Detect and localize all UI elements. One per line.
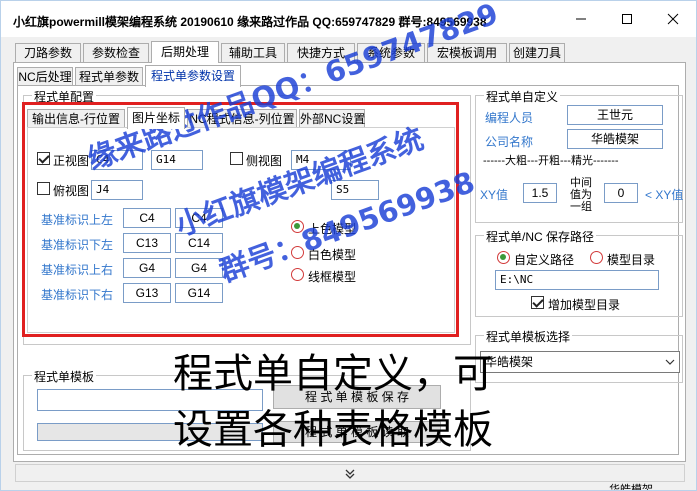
tab-sheet-params[interactable]: 程式单参数 (75, 67, 143, 87)
status-tail-text: 华皓模架 (609, 484, 653, 491)
base-mark-field[interactable]: C4 (175, 208, 223, 228)
tab-param-check[interactable]: 参数检查 (83, 43, 149, 63)
add-model-dir-checkbox[interactable] (531, 296, 544, 309)
sheet-custom-title: 程式单自定义 (484, 88, 561, 105)
base-mark-field[interactable]: G14 (175, 283, 223, 303)
tab-image-coords[interactable]: 图片坐标 (127, 107, 185, 129)
window-title: 小红旗powermill模架编程系统 20190610 缘来路过作品 QQ:65… (13, 15, 487, 29)
programmer-label: 编程人员 (485, 111, 534, 125)
base-mark-field[interactable]: G4 (175, 258, 223, 278)
white-model-radio[interactable] (291, 246, 304, 259)
maximize-icon (622, 14, 632, 24)
template-select-title: 程式单模板选择 (484, 328, 573, 345)
side-view-checkbox[interactable] (230, 152, 243, 165)
save-path-field[interactable]: E:\NC (495, 270, 659, 290)
template-progress-bar (37, 423, 263, 441)
front-view-label: 正视图 (53, 154, 90, 168)
tab-sheet-param-settings[interactable]: 程式单参数设置 (145, 65, 241, 87)
model-dir-radio[interactable] (590, 251, 603, 264)
wireframe-model-radio[interactable] (291, 268, 304, 281)
base-mark-field[interactable]: C14 (175, 233, 223, 253)
tab-external-nc[interactable]: 外部NC设置 (299, 109, 365, 129)
front-view-checkbox[interactable] (37, 152, 50, 165)
stage-separator: ------大粗---开粗---精光------- (483, 155, 619, 167)
close-button[interactable] (651, 5, 695, 33)
company-field[interactable]: 华皓模架 (567, 129, 663, 149)
wireframe-model-label: 线框模型 (308, 270, 357, 284)
tab-nc-column[interactable]: NC程式信息-列位置 (187, 109, 297, 129)
base-mark-label: 基准标识下左 (41, 238, 114, 252)
custom-path-radio[interactable] (497, 251, 510, 264)
white-model-label: 白色模型 (308, 248, 357, 262)
expand-panel-button[interactable] (15, 464, 685, 482)
template-select[interactable]: 华皓模架 (480, 351, 680, 373)
title-bar: 小红旗powermill模架编程系统 20190610 缘来路过作品 QQ:65… (1, 1, 696, 37)
programmer-field[interactable]: 王世元 (567, 105, 663, 125)
config-inner-tab-row: 输出信息-行位置 图片坐标 NC程式信息-列位置 外部NC设置 (27, 107, 457, 129)
base-mark-field[interactable]: C13 (123, 233, 171, 253)
template-name-field[interactable] (37, 389, 263, 411)
xy-value-field[interactable]: 1.5 (523, 183, 557, 203)
chevron-down-icon (661, 352, 679, 372)
sheet-config-title: 程式单配置 (32, 88, 97, 105)
company-label: 公司名称 (485, 135, 534, 149)
model-dir-label: 模型目录 (607, 253, 656, 267)
shaded-model-radio[interactable] (291, 220, 304, 233)
close-icon (667, 13, 679, 25)
minimize-button[interactable] (559, 5, 603, 33)
shaded-model-label: 上色模型 (308, 222, 357, 236)
front-view-end-field[interactable]: G14 (151, 150, 203, 170)
minimize-icon (576, 18, 586, 20)
tab-create-tool[interactable]: 创建刀具 (509, 43, 565, 63)
main-tab-row: 刀路参数 参数检查 后期处理 辅助工具 快捷方式 系统参数 宏模板调用 创建刀具 (15, 41, 685, 63)
tab-shortcuts[interactable]: 快捷方式 (287, 43, 355, 63)
tab-aux-tools[interactable]: 辅助工具 (221, 43, 285, 63)
side-view-start-field[interactable]: M4 (291, 150, 351, 170)
base-mark-field[interactable]: G4 (123, 258, 171, 278)
add-model-dir-label: 增加模型目录 (548, 298, 621, 312)
base-mark-label: 基准标识下右 (41, 288, 114, 302)
tab-output-row[interactable]: 输出信息-行位置 (27, 109, 125, 129)
tab-nc-post[interactable]: NC后处理 (17, 67, 73, 87)
tab-toolpath-params[interactable]: 刀路参数 (15, 43, 81, 63)
middle-group-label: 中间值为一组 (570, 177, 592, 213)
middle-value-field[interactable]: 0 (604, 183, 638, 203)
top-view-start-field[interactable]: J4 (91, 180, 143, 200)
double-chevron-down-icon (345, 469, 355, 479)
sub-tab-row: NC后处理 程式单参数 程式单参数设置 (17, 65, 317, 87)
custom-path-label: 自定义路径 (514, 253, 575, 267)
tab-macro-template[interactable]: 宏模板调用 (427, 43, 507, 63)
base-mark-field[interactable]: C4 (123, 208, 171, 228)
xy-label: XY值 (480, 188, 509, 202)
tab-post-processing[interactable]: 后期处理 (151, 41, 219, 63)
side-view-label: 侧视图 (246, 154, 283, 168)
base-mark-label: 基准标识上右 (41, 263, 114, 277)
top-view-end-field[interactable]: S5 (331, 180, 379, 200)
sheet-template-title: 程式单模板 (32, 368, 97, 385)
top-view-label: 俯视图 (53, 184, 90, 198)
template-select-value: 华皓模架 (485, 355, 534, 369)
base-mark-field[interactable]: G13 (123, 283, 171, 303)
tab-system-params[interactable]: 系统参数 (357, 43, 425, 63)
save-template-button[interactable]: 程 式 单 模 板 保 存 (273, 385, 441, 409)
xy-right-label: < XY值 (645, 188, 684, 202)
app-window: 小红旗powermill模架编程系统 20190610 缘来路过作品 QQ:65… (0, 0, 697, 491)
top-view-checkbox[interactable] (37, 182, 50, 195)
base-mark-label: 基准标识上左 (41, 213, 114, 227)
read-template-button[interactable]: 程 式 单 模 板 读 取 (273, 421, 441, 443)
front-view-start-field[interactable]: C4 (91, 150, 143, 170)
maximize-button[interactable] (605, 5, 649, 33)
save-path-title: 程式单/NC 保存路径 (484, 228, 597, 245)
